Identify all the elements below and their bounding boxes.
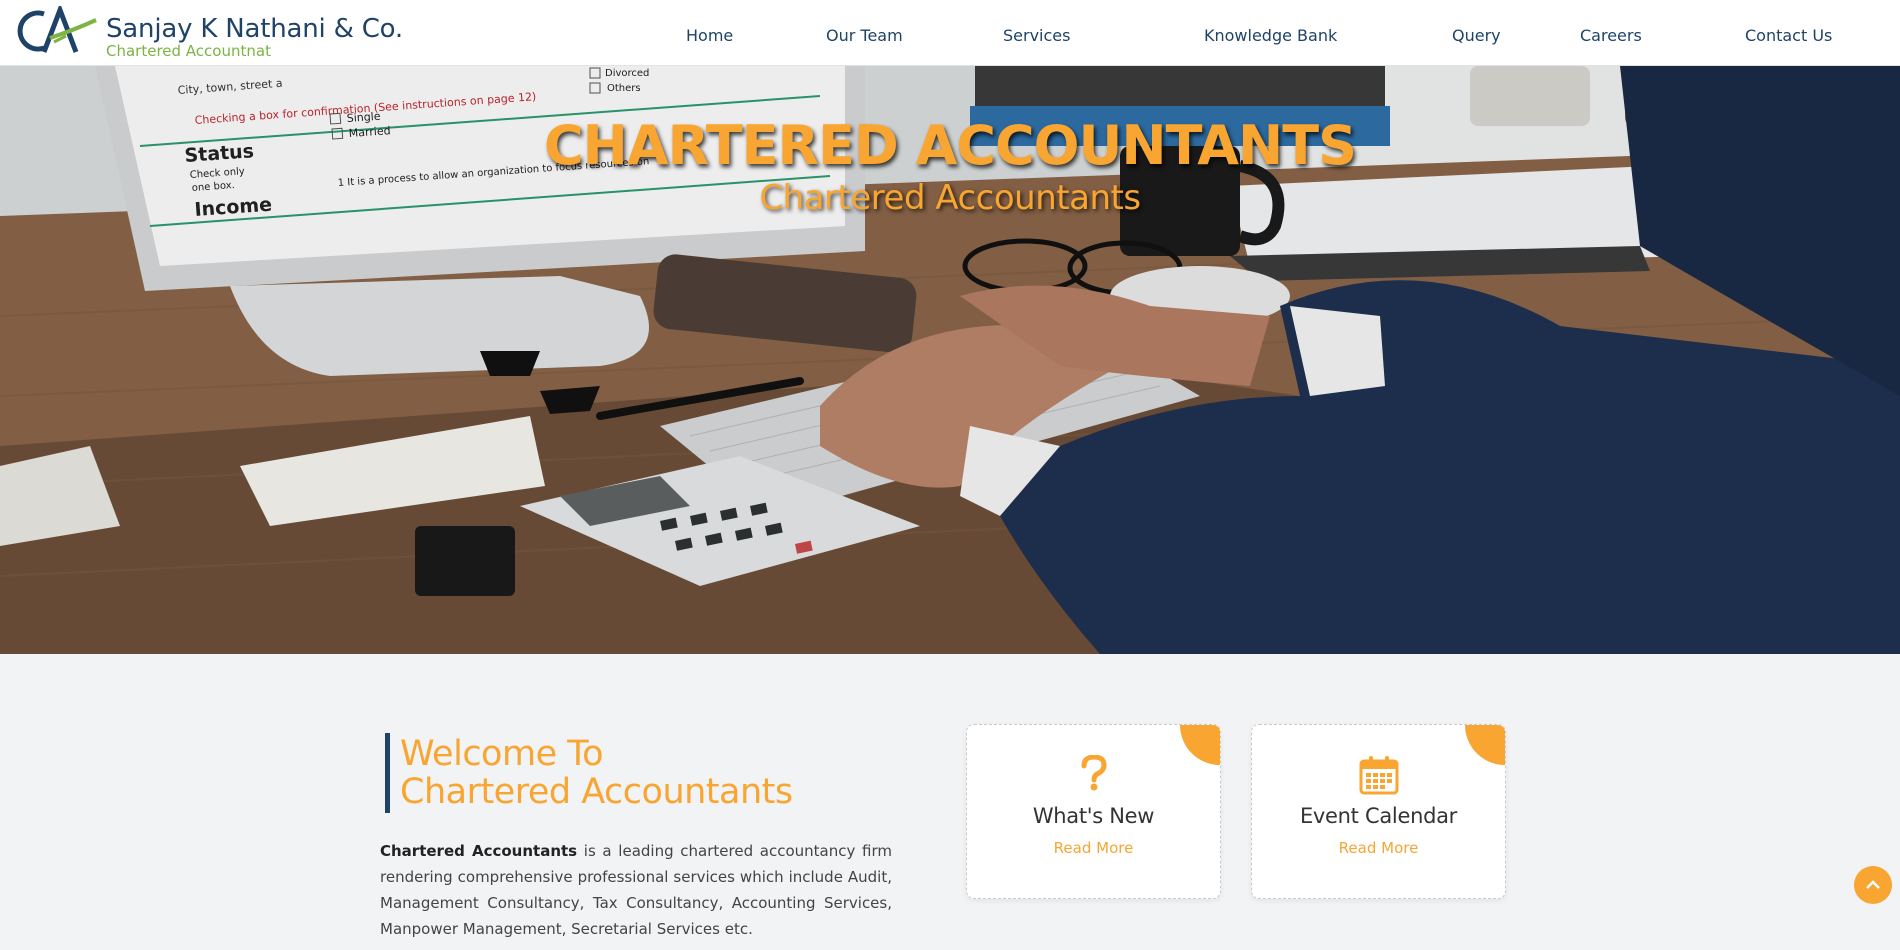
- nav-query[interactable]: Query: [1452, 26, 1501, 45]
- welcome-accent-bar: [385, 733, 390, 813]
- event-calendar-card[interactable]: Event Calendar Read More: [1251, 724, 1506, 899]
- scroll-to-top-button[interactable]: [1854, 866, 1892, 904]
- read-more-link[interactable]: Read More: [1252, 839, 1505, 857]
- welcome-firm-name: Chartered Accountants: [380, 842, 578, 860]
- ca-logo[interactable]: [14, 2, 98, 56]
- brand-subtitle: Chartered Accountnat: [106, 42, 271, 60]
- nav-careers[interactable]: Careers: [1580, 26, 1642, 45]
- chevron-up-icon: [1866, 880, 1880, 889]
- card-title: What's New: [1032, 804, 1155, 828]
- nav-services[interactable]: Services: [1003, 26, 1070, 45]
- nav-knowledge-bank[interactable]: Knowledge Bank: [1204, 26, 1337, 45]
- question-icon: [967, 754, 1220, 796]
- site-header: Sanjay K Nathani & Co. Chartered Account…: [0, 0, 1900, 66]
- card-title: Event Calendar: [1299, 804, 1458, 828]
- whats-new-card[interactable]: What's New Read More: [966, 724, 1221, 899]
- welcome-title: Welcome To Chartered Accountants: [400, 735, 793, 811]
- welcome-title-line1: Welcome To: [400, 734, 604, 774]
- welcome-title-line2: Chartered Accountants: [400, 772, 793, 812]
- welcome-description: Chartered Accountants is a leading chart…: [380, 838, 892, 942]
- nav-our-team[interactable]: Our Team: [826, 26, 903, 45]
- hero-banner: City, town, street a Checking a box for …: [0, 66, 1900, 654]
- hero-title: CHARTERED ACCOUNTANTS: [544, 114, 1357, 177]
- nav-home[interactable]: Home: [686, 26, 733, 45]
- calendar-icon: [1252, 755, 1505, 800]
- hero-subtitle: Chartered Accountants: [759, 178, 1141, 218]
- read-more-link[interactable]: Read More: [967, 839, 1220, 857]
- brand-name: Sanjay K Nathani & Co.: [106, 14, 403, 44]
- nav-contact-us[interactable]: Contact Us: [1745, 26, 1832, 45]
